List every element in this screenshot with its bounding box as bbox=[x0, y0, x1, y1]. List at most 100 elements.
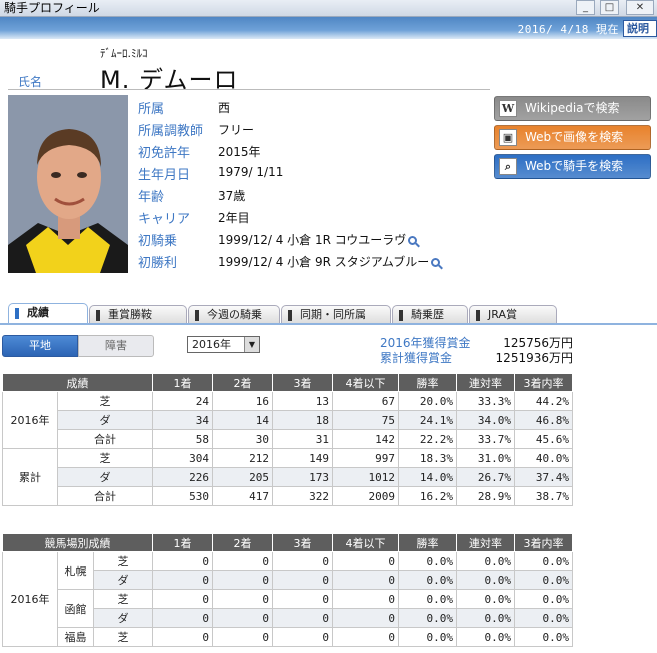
tab-marker bbox=[476, 309, 480, 321]
jockey-photo bbox=[8, 95, 128, 273]
tab-peers[interactable]: 同期・同所属 bbox=[281, 305, 391, 324]
stat-cell: 0.0% bbox=[514, 551, 574, 571]
tab-label: 今週の騎乗 bbox=[207, 308, 262, 321]
stat-cell: 14.0% bbox=[398, 467, 457, 487]
course-name: 札幌 bbox=[57, 551, 94, 590]
date-band: 2016/ 4/18 現在 説明 bbox=[0, 17, 657, 39]
window-title: 騎手プロフィール bbox=[4, 1, 100, 15]
header-cell: 1着 bbox=[152, 373, 213, 392]
stat-cell: 33.3% bbox=[456, 391, 515, 411]
stat-cell: 0 bbox=[272, 608, 334, 628]
tab-label: 重賞勝鞍 bbox=[108, 308, 152, 321]
stat-cell: 0 bbox=[152, 570, 214, 590]
flat-toggle[interactable]: 平地 bbox=[2, 335, 78, 357]
divider bbox=[8, 89, 490, 90]
tab-jra-awards[interactable]: JRA賞 bbox=[469, 305, 557, 324]
header-cell: 連対率 bbox=[456, 373, 515, 392]
header-cell: 1着 bbox=[152, 533, 214, 552]
stat-cell: 26.7% bbox=[456, 467, 515, 487]
course-name: 福島 bbox=[57, 627, 94, 647]
stat-cell: 0 bbox=[332, 589, 400, 609]
header-cell: 4着以下 bbox=[332, 533, 400, 552]
surface-label: 芝 bbox=[92, 627, 154, 647]
row-group-label: 2016年 bbox=[2, 551, 58, 647]
first-win-text[interactable]: 1999/12/ 4 小倉 9R スタジアムブルー bbox=[218, 255, 429, 269]
table-row: 函館芝 0 0 0 0 0.0% 0.0% 0.0% bbox=[3, 589, 574, 628]
stat-cell: 0 bbox=[332, 551, 400, 571]
stat-cell: 13 bbox=[272, 391, 333, 411]
profile-label-license-year: 初免許年 bbox=[138, 146, 191, 161]
stat-cell: 67 bbox=[332, 391, 399, 411]
header-cell: 2着 bbox=[212, 373, 273, 392]
maximize-button[interactable]: □ bbox=[600, 0, 619, 15]
stat-cell: 0.0% bbox=[398, 570, 458, 590]
stat-cell: 45.6% bbox=[514, 429, 573, 449]
year-select[interactable]: 2016年 ▼ bbox=[187, 336, 260, 353]
first-ride-text[interactable]: 1999/12/ 4 小倉 1R コウユーラヴ bbox=[218, 233, 406, 247]
surface-label: ダ bbox=[92, 570, 154, 590]
profile-value-license-year: 2015年 bbox=[218, 145, 261, 159]
stat-cell: 0 bbox=[332, 627, 400, 647]
table-row: 福島芝 0 0 0 0 0.0% 0.0% 0.0% bbox=[3, 627, 574, 647]
stat-cell: 205 bbox=[212, 467, 273, 487]
stat-cell: 0.0% bbox=[456, 570, 516, 590]
stat-cell: 0 bbox=[272, 589, 334, 609]
search-icon[interactable] bbox=[431, 258, 441, 267]
tab-marker bbox=[195, 309, 199, 321]
stat-cell: 530 bbox=[152, 486, 213, 506]
course-name: 函館 bbox=[57, 589, 94, 628]
results-header-row: 成績 1着 2着 3着 4着以下 勝率 連対率 3着内率 bbox=[2, 373, 573, 392]
tab-ride-history[interactable]: 騎乗歴 bbox=[392, 305, 468, 324]
as-of-date: 2016/ 4/18 現在 bbox=[517, 23, 619, 36]
stat-cell: 0.0% bbox=[398, 627, 458, 647]
stat-cell: 0.0% bbox=[456, 589, 516, 609]
stat-cell: 0 bbox=[272, 570, 334, 590]
header-cell: 3着内率 bbox=[514, 533, 574, 552]
chevron-down-icon[interactable]: ▼ bbox=[244, 337, 259, 352]
search-icon[interactable] bbox=[408, 236, 418, 245]
course-table: 競馬場別成績 1着 2着 3着 4着以下 勝率 連対率 3着内率 2016年 札幌… bbox=[1, 533, 574, 647]
profile-label-career: キャリア bbox=[138, 212, 191, 227]
stat-cell: 997 bbox=[332, 448, 399, 468]
wikipedia-search-button[interactable]: W Wikipediaで検索 bbox=[494, 96, 651, 121]
tab-graded-wins[interactable]: 重賞勝鞍 bbox=[89, 305, 187, 324]
header-cell: 勝率 bbox=[398, 533, 458, 552]
stat-cell: 0 bbox=[152, 589, 214, 609]
stat-cell: 34 bbox=[152, 410, 213, 430]
web-search-label: Webで騎手を検索 bbox=[525, 159, 624, 173]
stat-cell: 0.0% bbox=[514, 570, 574, 590]
surface-label: ダ bbox=[57, 410, 153, 430]
jump-toggle[interactable]: 障害 bbox=[78, 335, 154, 357]
stat-cell: 16.2% bbox=[398, 486, 457, 506]
profile-value-first-win[interactable]: 1999/12/ 4 小倉 9R スタジアムブルー bbox=[218, 253, 441, 270]
stat-cell: 46.8% bbox=[514, 410, 573, 430]
tab-results[interactable]: 成績 bbox=[8, 303, 88, 324]
stat-cell: 31 bbox=[272, 429, 333, 449]
stat-cell: 0 bbox=[212, 608, 274, 628]
row-group-label: 累計 bbox=[2, 448, 58, 506]
title-bar: 騎手プロフィール _ □ ✕ bbox=[0, 0, 657, 17]
stat-cell: 304 bbox=[152, 448, 213, 468]
stat-cell: 30 bbox=[212, 429, 273, 449]
profile-label-birthdate: 生年月日 bbox=[138, 168, 191, 183]
tab-marker bbox=[15, 307, 19, 319]
minimize-button[interactable]: _ bbox=[576, 0, 595, 15]
stat-cell: 18 bbox=[272, 410, 333, 430]
stat-cell: 0 bbox=[212, 589, 274, 609]
tab-this-week[interactable]: 今週の騎乗 bbox=[188, 305, 280, 324]
stat-cell: 0 bbox=[152, 608, 214, 628]
name-furigana: ﾃﾞﾑｰﾛ.ﾐﾙｺ bbox=[100, 47, 148, 60]
surface-label: 芝 bbox=[92, 551, 154, 571]
table-row: ダ 226 205 173 1012 14.0% 26.7% 37.4% bbox=[3, 467, 573, 487]
header-cell: 3着 bbox=[272, 373, 333, 392]
help-button[interactable]: 説明 bbox=[623, 20, 657, 37]
stat-cell: 0.0% bbox=[398, 608, 458, 628]
profile-value-birthdate: 1979/ 1/11 bbox=[218, 165, 284, 179]
web-search-button[interactable]: ⌕ Webで騎手を検索 bbox=[494, 154, 651, 179]
stat-cell: 28.9% bbox=[456, 486, 515, 506]
profile-value-first-ride[interactable]: 1999/12/ 4 小倉 1R コウユーラヴ bbox=[218, 231, 418, 248]
image-search-button[interactable]: ▣ Webで画像を検索 bbox=[494, 125, 651, 150]
profile-label-affiliation: 所属 bbox=[138, 102, 165, 117]
table-row: ダ 34 14 18 75 24.1% 34.0% 46.8% bbox=[3, 410, 573, 430]
close-button[interactable]: ✕ bbox=[626, 0, 654, 15]
